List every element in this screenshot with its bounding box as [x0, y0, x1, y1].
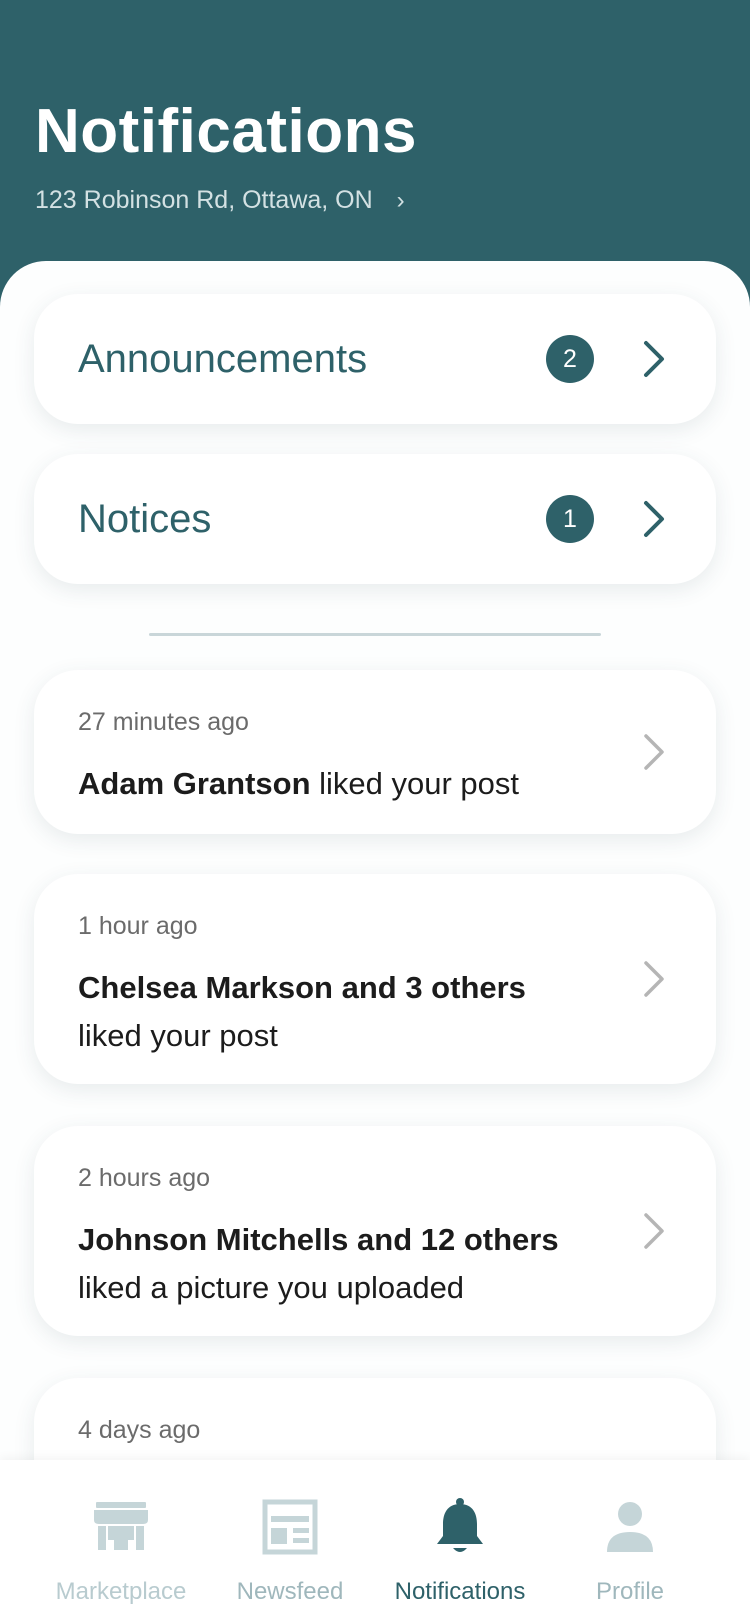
announcements-card[interactable]: Announcements 2 [34, 294, 716, 424]
activity-item[interactable]: 2 hours ago Johnson Mitchells and 12 oth… [34, 1126, 716, 1336]
activity-item[interactable]: 1 hour ago Chelsea Markson and 3 others … [34, 874, 716, 1084]
notifications-sheet: Announcements 2 Notices 1 27 minutes ago… [0, 261, 750, 1624]
chevron-right-icon: › [396, 186, 405, 214]
notices-card[interactable]: Notices 1 [34, 454, 716, 584]
address-selector[interactable]: 123 Robinson Rd, Ottawa, ON › [35, 186, 405, 215]
announcements-label: Announcements [78, 337, 368, 381]
page-title: Notifications [35, 97, 417, 166]
notices-count-badge: 1 [546, 495, 594, 543]
announcements-count-badge: 2 [546, 335, 594, 383]
chevron-right-icon [644, 734, 664, 770]
bell-icon [437, 1498, 483, 1552]
tab-label: Notifications [394, 1578, 526, 1605]
activity-actor: Johnson Mitchells and 12 others [78, 1222, 559, 1257]
tab-label: Profile [595, 1578, 665, 1605]
section-divider [149, 633, 601, 636]
tab-label: Newsfeed [236, 1578, 344, 1605]
activity-text: Johnson Mitchells and 12 others liked a … [78, 1216, 598, 1312]
activity-actor: Adam Grantson [78, 766, 311, 801]
activity-action: liked your post [310, 766, 520, 801]
tab-marketplace[interactable]: Marketplace [38, 1460, 204, 1624]
header: Notifications 123 Robinson Rd, Ottawa, O… [0, 0, 750, 300]
tab-notifications[interactable]: Notifications [380, 1460, 540, 1624]
tab-profile[interactable]: Profile [570, 1460, 690, 1624]
person-icon [607, 1502, 653, 1552]
activity-time: 1 hour ago [78, 912, 198, 940]
newspaper-icon [262, 1499, 318, 1555]
activity-actor: Chelsea Markson and 3 others [78, 970, 526, 1005]
activity-time: 4 days ago [78, 1416, 201, 1444]
tab-newsfeed[interactable]: Newsfeed [220, 1460, 360, 1624]
chevron-right-icon [644, 501, 664, 537]
chevron-right-icon [644, 1213, 664, 1249]
activity-time: 27 minutes ago [78, 708, 249, 736]
activity-action: liked a picture you uploaded [78, 1270, 465, 1305]
tab-label: Marketplace [55, 1578, 187, 1605]
address-text: 123 Robinson Rd, Ottawa, ON [35, 186, 373, 214]
notices-label: Notices [78, 497, 212, 541]
storefront-icon [94, 1502, 148, 1550]
chevron-right-icon [644, 341, 664, 377]
activity-action: liked your post [78, 1018, 278, 1053]
activity-text: Adam Grantson liked your post [78, 760, 598, 808]
activity-text: Chelsea Markson and 3 others liked your … [78, 964, 598, 1060]
activity-time: 2 hours ago [78, 1164, 211, 1192]
bottom-tab-bar: Marketplace Newsfeed Notifications Profi… [0, 1460, 750, 1624]
activity-item[interactable]: 27 minutes ago Adam Grantson liked your … [34, 670, 716, 834]
chevron-right-icon [644, 961, 664, 997]
